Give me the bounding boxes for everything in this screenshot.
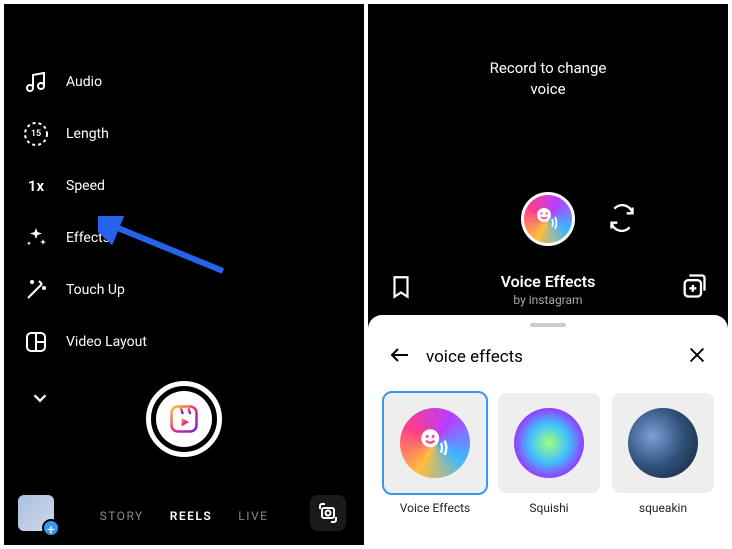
stack-plus-icon	[680, 272, 708, 300]
close-icon	[686, 344, 708, 366]
tool-length[interactable]: 15 Length	[22, 120, 147, 148]
effect-label: Squishi	[498, 501, 600, 515]
effect-label: squeakin	[612, 501, 714, 515]
mode-live[interactable]: LIVE	[238, 509, 268, 523]
tool-audio[interactable]: Audio	[22, 68, 147, 96]
chevron-down-icon	[26, 384, 54, 412]
sheet-handle[interactable]	[530, 323, 566, 327]
camera-flip-icon	[316, 501, 340, 525]
sparkle-icon	[22, 224, 50, 252]
effects-browser-screen: Record to change voice Voice Effects by …	[368, 4, 728, 545]
effect-author: by instagram	[368, 293, 728, 307]
music-note-icon	[22, 68, 50, 96]
plus-icon: +	[42, 519, 60, 537]
effect-preview-icon[interactable]	[521, 192, 575, 246]
voice-effect-glyph	[533, 204, 563, 234]
reels-icon	[156, 391, 212, 447]
tool-label: Speed	[66, 178, 105, 194]
effect-name: Voice Effects	[368, 272, 728, 291]
effect-thumb	[612, 393, 714, 493]
back-button[interactable]	[388, 343, 412, 371]
add-to-collection-button[interactable]	[680, 272, 708, 304]
effect-result[interactable]: Voice Effects	[384, 393, 486, 515]
tools-expand[interactable]	[26, 384, 147, 412]
record-hint: Record to change voice	[368, 58, 728, 100]
camera-switch-button[interactable]	[608, 204, 636, 236]
layout-icon	[22, 328, 50, 356]
effect-title-block: Voice Effects by instagram	[368, 272, 728, 307]
effect-result[interactable]: squeakin	[612, 393, 714, 515]
effect-result[interactable]: Squishi	[498, 393, 600, 515]
refresh-icon	[608, 204, 636, 232]
tool-label: Touch Up	[66, 282, 125, 298]
effect-label: Voice Effects	[384, 501, 486, 515]
tool-label: Length	[66, 126, 109, 142]
mode-reels[interactable]: REELS	[170, 509, 212, 523]
tool-touch-up[interactable]: Touch Up	[22, 276, 147, 304]
tool-effects[interactable]: Effects	[22, 224, 147, 252]
effects-sheet: voice effects Voice Effects Squishi sque…	[368, 315, 728, 545]
clear-search-button[interactable]	[686, 344, 708, 370]
mode-story[interactable]: STORY	[100, 509, 144, 523]
wand-icon	[22, 276, 50, 304]
reels-camera-screen: Audio 15 Length 1x Speed Effects Touch U…	[4, 4, 364, 545]
search-input[interactable]: voice effects	[426, 347, 672, 367]
effect-thumb	[498, 393, 600, 493]
timer-icon: 15	[22, 120, 50, 148]
tool-speed[interactable]: 1x Speed	[22, 172, 147, 200]
reels-tools: Audio 15 Length 1x Speed Effects Touch U…	[22, 68, 147, 412]
speed-icon: 1x	[22, 172, 50, 200]
tool-label: Video Layout	[66, 334, 147, 350]
arrow-left-icon	[388, 343, 412, 367]
gallery-button[interactable]: +	[18, 495, 54, 531]
effects-results: Voice Effects Squishi squeakin	[368, 381, 728, 527]
tool-label: Effects	[66, 230, 110, 246]
tool-label: Audio	[66, 74, 102, 90]
shutter-button[interactable]	[146, 381, 222, 457]
camera-switch-button[interactable]	[310, 495, 346, 531]
effect-thumb	[384, 393, 486, 493]
tool-video-layout[interactable]: Video Layout	[22, 328, 147, 356]
